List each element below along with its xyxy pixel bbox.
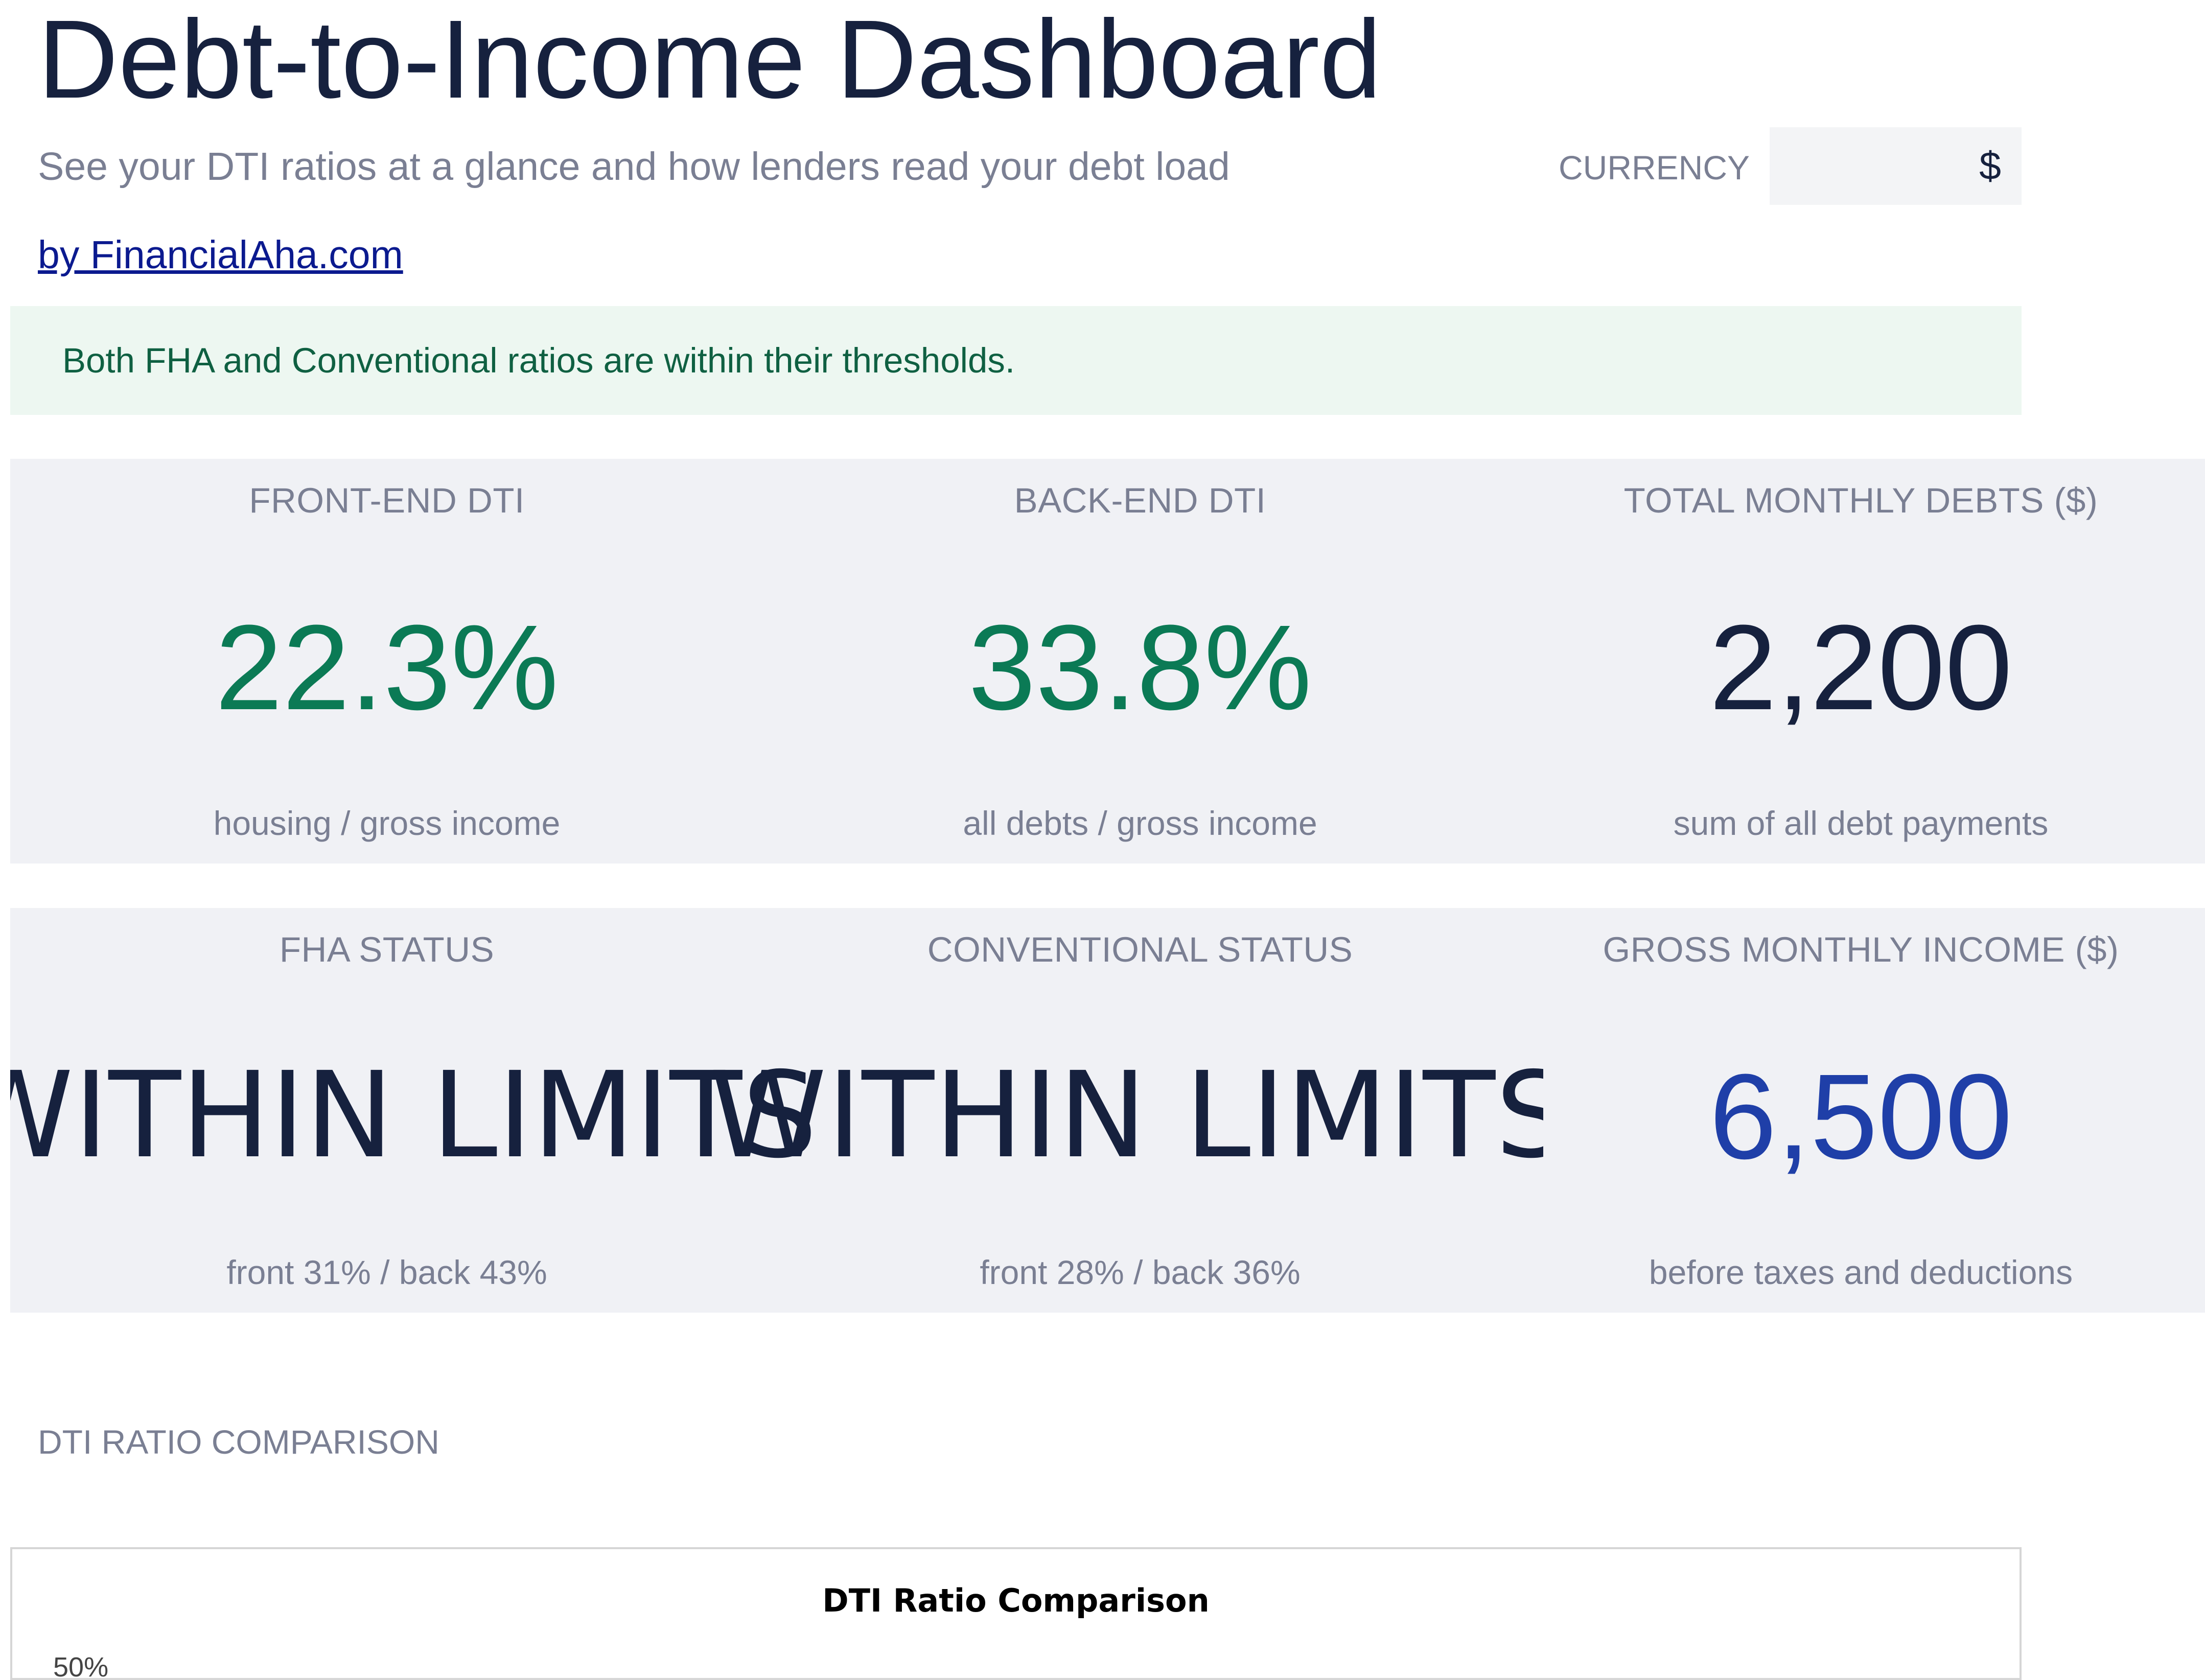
back-end-dti-value: 33.8% <box>968 600 1312 735</box>
chart-section-label: DTI RATIO COMPARISON <box>38 1423 439 1461</box>
back-end-dti-caption: all debts / gross income <box>963 804 1317 842</box>
front-end-dti-caption: housing / gross income <box>213 804 561 842</box>
conventional-status-card: CONVENTIONAL STATUS WITHIN LIMITS front … <box>710 908 1543 1313</box>
page-subtitle: See your DTI ratios at a glance and how … <box>38 145 1230 189</box>
total-monthly-debts-value: 2,200 <box>1709 600 2013 735</box>
dti-comparison-chart: DTI Ratio Comparison 50% <box>10 1547 2022 1680</box>
total-monthly-debts-card: TOTAL MONTHLY DEBTS ($) 2,200 sum of all… <box>1517 459 2205 864</box>
gross-monthly-income-card: GROSS MONTHLY INCOME ($) 6,500 before ta… <box>1517 908 2205 1313</box>
status-banner-message: Both FHA and Conventional ratios are wit… <box>62 341 1015 380</box>
byline-link[interactable]: by FinancialAha.com <box>38 232 403 278</box>
kpi-row-status: FHA STATUS WITHIN LIMITS front 31% / bac… <box>10 908 2205 1313</box>
currency-label: CURRENCY <box>1559 149 1750 186</box>
fha-status-value: WITHIN LIMITS <box>10 1046 818 1184</box>
front-end-dti-value: 22.3% <box>215 600 559 735</box>
kpi-row-ratios: FRONT-END DTI 22.3% housing / gross inco… <box>10 459 2205 864</box>
conventional-status-value: WITHIN LIMITS <box>709 1046 1543 1184</box>
gross-monthly-income-caption: before taxes and deductions <box>1649 1253 2073 1291</box>
conventional-status-caption: front 28% / back 36% <box>980 1253 1301 1291</box>
back-end-dti-label: BACK-END DTI <box>1014 481 1266 520</box>
total-monthly-debts-label: TOTAL MONTHLY DEBTS ($) <box>1623 481 2098 520</box>
status-cards-clip: FHA STATUS WITHIN LIMITS front 31% / bac… <box>10 908 1543 1313</box>
fha-status-card: FHA STATUS WITHIN LIMITS front 31% / bac… <box>10 908 817 1313</box>
y-axis-tick-label: 50% <box>53 1652 109 1680</box>
gross-monthly-income-value: 6,500 <box>1709 1049 2013 1184</box>
front-end-dti-label: FRONT-END DTI <box>249 481 525 520</box>
page-title: Debt-to-Income Dashboard <box>38 0 1382 122</box>
fha-status-caption: front 31% / back 43% <box>226 1253 547 1291</box>
conventional-status-label: CONVENTIONAL STATUS <box>927 930 1353 969</box>
total-monthly-debts-caption: sum of all debt payments <box>1673 804 2049 842</box>
chart-title: DTI Ratio Comparison <box>822 1582 1210 1619</box>
back-end-dti-card: BACK-END DTI 33.8% all debts / gross inc… <box>763 459 1517 864</box>
status-banner: Both FHA and Conventional ratios are wit… <box>10 306 2022 415</box>
front-end-dti-card: FRONT-END DTI 22.3% housing / gross inco… <box>10 459 763 864</box>
fha-status-label: FHA STATUS <box>279 930 495 969</box>
gross-monthly-income-label: GROSS MONTHLY INCOME ($) <box>1603 930 2119 969</box>
currency-input[interactable] <box>1770 127 2022 205</box>
